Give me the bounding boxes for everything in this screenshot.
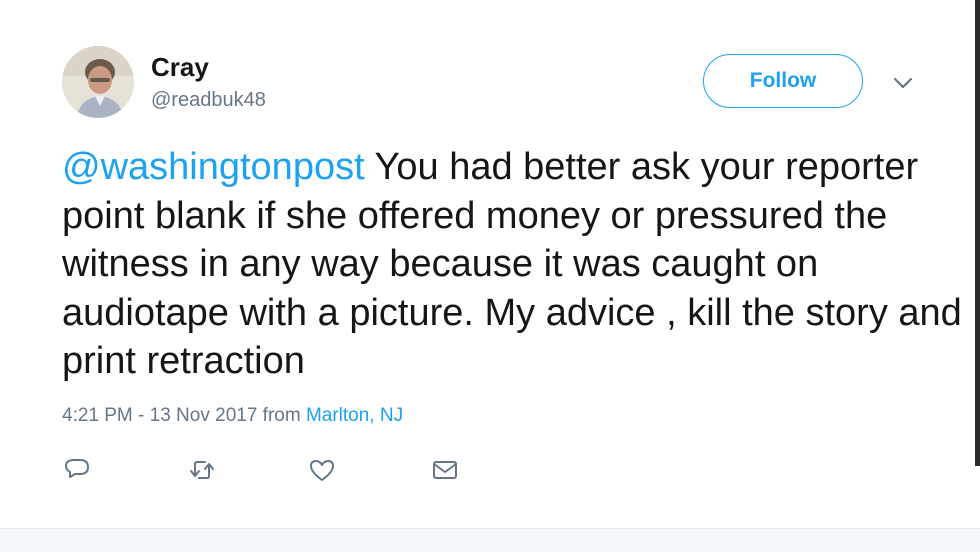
reply-icon[interactable] [62,455,92,485]
avatar[interactable] [62,46,134,118]
retweet-icon[interactable] [187,455,217,485]
window-edge [975,0,980,466]
tweet-meta: 4:21 PM - 13 Nov 2017 from Marlton, NJ [62,405,403,427]
tweet-timestamp[interactable]: 4:21 PM - 13 Nov 2017 [62,405,257,426]
footer-bar [0,529,980,552]
location-link[interactable]: Marlton, NJ [306,405,403,426]
profile-photo-icon [62,46,134,118]
mention-link[interactable]: @washingtonpost [62,146,365,188]
from-label: from [257,405,306,426]
like-icon[interactable] [307,455,337,485]
display-name[interactable]: Cray [151,52,209,83]
user-handle[interactable]: @readbuk48 [151,89,266,112]
tweet-text: @washingtonpost You had better ask your … [62,143,962,386]
direct-message-icon[interactable] [430,455,460,485]
follow-button[interactable]: Follow [703,54,863,108]
more-options-chevron-down-icon[interactable] [890,70,916,96]
